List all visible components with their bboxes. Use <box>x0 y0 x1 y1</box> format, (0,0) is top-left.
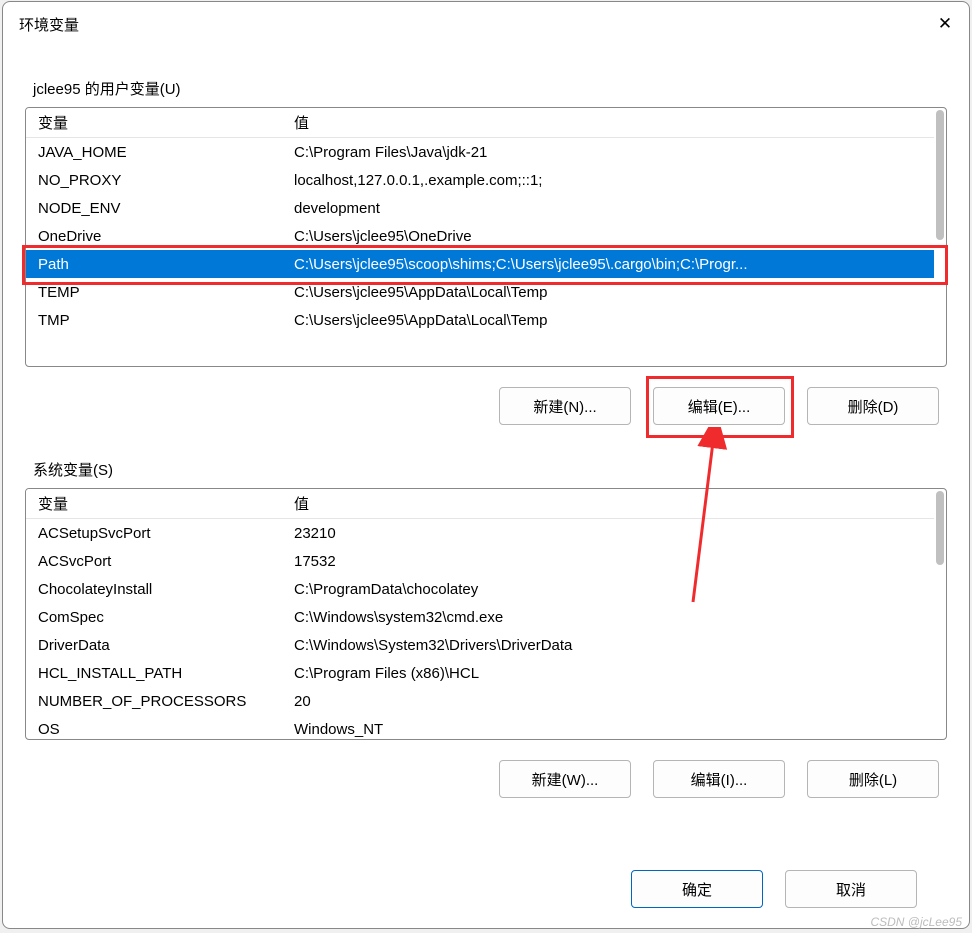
dialog-footer: 确定 取消 <box>25 852 947 908</box>
titlebar: 环境变量 ✕ <box>3 2 969 46</box>
scrollbar-thumb[interactable] <box>936 491 944 565</box>
close-icon: ✕ <box>938 14 952 34</box>
table-row[interactable]: OneDriveC:\Users\jclee95\OneDrive <box>26 222 934 250</box>
window-title: 环境变量 <box>19 14 79 35</box>
cell-value: C:\ProgramData\chocolatey <box>290 581 934 598</box>
cell-value: localhost,127.0.0.1,.example.com;::1; <box>290 172 934 189</box>
system-vars-list[interactable]: 变量 值 ACSetupSvcPort23210ACSvcPort17532Ch… <box>25 488 947 740</box>
cell-name: NUMBER_OF_PROCESSORS <box>26 693 290 710</box>
env-vars-dialog: 环境变量 ✕ jclee95 的用户变量(U) 变量 值 JAVA_HOMEC:… <box>2 1 970 929</box>
system-delete-button[interactable]: 删除(L) <box>807 760 939 798</box>
cell-value: C:\Windows\System32\Drivers\DriverData <box>290 637 934 654</box>
cell-value: 17532 <box>290 553 934 570</box>
watermark: CSDN @jcLee95 <box>870 915 962 929</box>
cell-name: ACSvcPort <box>26 553 290 570</box>
col-header-name[interactable]: 变量 <box>26 112 290 133</box>
user-vars-list[interactable]: 变量 值 JAVA_HOMEC:\Program Files\Java\jdk-… <box>25 107 947 367</box>
user-new-button[interactable]: 新建(N)... <box>499 387 631 425</box>
table-row[interactable]: TMPC:\Users\jclee95\AppData\Local\Temp <box>26 306 934 334</box>
cell-value: C:\Users\jclee95\AppData\Local\Temp <box>290 284 934 301</box>
col-header-value[interactable]: 值 <box>290 493 934 514</box>
ok-button[interactable]: 确定 <box>631 870 763 908</box>
scrollbar-thumb[interactable] <box>936 110 944 240</box>
cancel-button[interactable]: 取消 <box>785 870 917 908</box>
cell-value: 20 <box>290 693 934 710</box>
table-row[interactable]: NO_PROXYlocalhost,127.0.0.1,.example.com… <box>26 166 934 194</box>
cell-name: TEMP <box>26 284 290 301</box>
table-row[interactable]: ACSvcPort17532 <box>26 547 934 575</box>
dialog-content: jclee95 的用户变量(U) 变量 值 JAVA_HOMEC:\Progra… <box>3 46 969 928</box>
system-new-button[interactable]: 新建(W)... <box>499 760 631 798</box>
table-row[interactable]: JAVA_HOMEC:\Program Files\Java\jdk-21 <box>26 138 934 166</box>
system-vars-label: 系统变量(S) <box>33 459 947 480</box>
table-row[interactable]: HCL_INSTALL_PATHC:\Program Files (x86)\H… <box>26 659 934 687</box>
cell-name: HCL_INSTALL_PATH <box>26 665 290 682</box>
cell-name: NODE_ENV <box>26 200 290 217</box>
cell-value: C:\Users\jclee95\OneDrive <box>290 228 934 245</box>
col-header-name[interactable]: 变量 <box>26 493 290 514</box>
cell-name: NO_PROXY <box>26 172 290 189</box>
cell-name: JAVA_HOME <box>26 144 290 161</box>
cell-name: Path <box>26 256 290 273</box>
cell-name: ComSpec <box>26 609 290 626</box>
cell-value: Windows_NT <box>290 721 934 738</box>
system-vars-header: 变量 值 <box>26 489 934 519</box>
table-row[interactable]: PathC:\Users\jclee95\scoop\shims;C:\User… <box>26 250 934 278</box>
cell-name: TMP <box>26 312 290 329</box>
cell-value: 23210 <box>290 525 934 542</box>
close-button[interactable]: ✕ <box>921 4 969 44</box>
cell-name: OneDrive <box>26 228 290 245</box>
table-row[interactable]: NUMBER_OF_PROCESSORS20 <box>26 687 934 715</box>
col-header-value[interactable]: 值 <box>290 112 934 133</box>
table-row[interactable]: OSWindows_NT <box>26 715 934 739</box>
cell-name: OS <box>26 721 290 738</box>
cell-value: C:\Users\jclee95\scoop\shims;C:\Users\jc… <box>290 256 934 273</box>
table-row[interactable]: ChocolateyInstallC:\ProgramData\chocolat… <box>26 575 934 603</box>
cell-name: ChocolateyInstall <box>26 581 290 598</box>
cell-name: ACSetupSvcPort <box>26 525 290 542</box>
user-delete-button[interactable]: 删除(D) <box>807 387 939 425</box>
cell-name: DriverData <box>26 637 290 654</box>
table-row[interactable]: DriverDataC:\Windows\System32\Drivers\Dr… <box>26 631 934 659</box>
user-vars-header: 变量 值 <box>26 108 934 138</box>
user-vars-label: jclee95 的用户变量(U) <box>33 78 947 99</box>
table-row[interactable]: NODE_ENVdevelopment <box>26 194 934 222</box>
table-row[interactable]: ComSpecC:\Windows\system32\cmd.exe <box>26 603 934 631</box>
cell-value: C:\Program Files\Java\jdk-21 <box>290 144 934 161</box>
cell-value: C:\Program Files (x86)\HCL <box>290 665 934 682</box>
table-row[interactable]: TEMPC:\Users\jclee95\AppData\Local\Temp <box>26 278 934 306</box>
system-edit-button[interactable]: 编辑(I)... <box>653 760 785 798</box>
cell-value: C:\Windows\system32\cmd.exe <box>290 609 934 626</box>
user-vars-buttons: 新建(N)... 编辑(E)... 删除(D) <box>25 387 947 425</box>
cell-value: development <box>290 200 934 217</box>
table-row[interactable]: ACSetupSvcPort23210 <box>26 519 934 547</box>
system-vars-buttons: 新建(W)... 编辑(I)... 删除(L) <box>25 760 947 798</box>
user-edit-button[interactable]: 编辑(E)... <box>653 387 785 425</box>
cell-value: C:\Users\jclee95\AppData\Local\Temp <box>290 312 934 329</box>
